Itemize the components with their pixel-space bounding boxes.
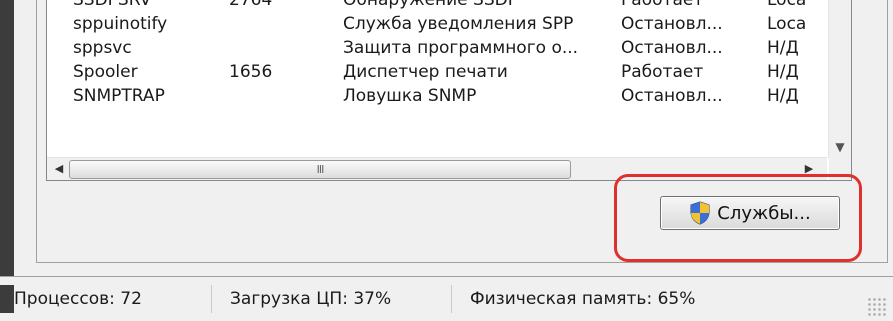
service-group: Loca [767,14,807,34]
service-group: Loca [767,0,807,10]
service-name: sppuinotify [73,14,168,34]
table-row[interactable]: Spooler 1656 Диспетчер печати Работает Н… [47,60,827,84]
service-pid: 2764 [229,0,273,10]
service-description: Служба уведомления SPP [343,14,574,34]
status-cpu-usage: Загрузка ЦП: 37% [222,285,452,313]
service-status: Работает [621,0,704,10]
service-pid [229,36,329,60]
service-pid [229,84,329,108]
resize-grip-icon[interactable] [867,297,887,317]
service-description: Диспетчер печати [343,62,508,82]
uac-shield-icon [689,201,711,225]
window-left-border [0,0,14,276]
scroll-down-arrow-icon[interactable]: ▼ [829,136,851,158]
table-row[interactable]: SNMPTRAP Ловушка SNMP Остановл... Н/Д [47,84,827,108]
service-status: Остановл... [621,86,723,106]
status-physical-memory: Физическая память: 65% [470,289,696,309]
services-list[interactable]: SSDPSRV 2764 Обнаружение SSDP Работает L… [46,0,852,181]
horizontal-scroll-thumb[interactable]: III [69,160,571,179]
vertical-scrollbar[interactable]: ▼ [828,0,851,158]
service-status: Остановл... [621,38,723,58]
status-bar: Процессов: 72 Загрузка ЦП: 37% Физическа… [0,276,893,321]
status-processes: Процессов: 72 [0,285,212,313]
service-status: Работает [621,62,704,82]
service-group: Н/Д [767,86,799,106]
services-button-label: Службы... [717,202,811,224]
service-description: Обнаружение SSDP [343,0,518,10]
service-group: Н/Д [767,38,799,58]
service-name: Spooler [73,62,138,82]
service-name: SNMPTRAP [73,86,165,106]
table-row[interactable]: sppuinotify Служба уведомления SPP Остан… [47,12,827,36]
service-status: Остановл... [621,14,723,34]
service-pid: 1656 [229,62,273,82]
table-row[interactable]: SSDPSRV 2764 Обнаружение SSDP Работает L… [47,0,827,12]
service-group: Н/Д [767,62,799,82]
service-pid [229,12,329,36]
services-button[interactable]: Службы... [660,196,840,230]
service-name: SSDPSRV [73,0,152,10]
service-name: sppsvc [73,38,132,58]
scroll-left-arrow-icon[interactable]: ◀ [49,158,69,180]
service-description: Ловушка SNMP [343,86,477,106]
table-row[interactable]: sppsvc Защита программного о... Остановл… [47,36,827,60]
service-description: Защита программного о... [343,38,579,58]
